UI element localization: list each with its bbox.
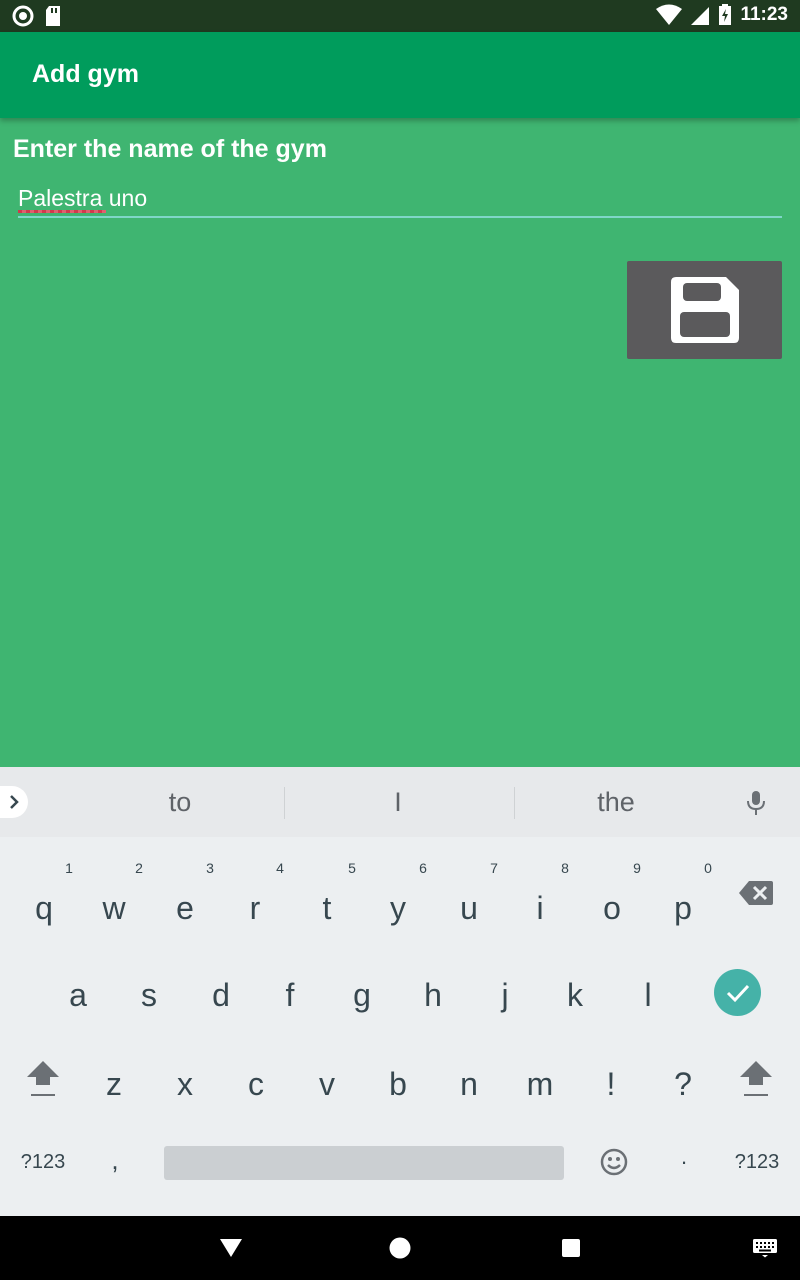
sync-icon	[12, 5, 34, 27]
keyboard-switch-icon	[753, 1239, 777, 1258]
key-h[interactable]: h	[398, 947, 468, 1027]
cell-signal-icon	[691, 7, 710, 25]
spellcheck-underline	[18, 210, 106, 213]
symbols-key-right[interactable]: ?123	[722, 1151, 792, 1174]
key-w[interactable]: 2w	[79, 860, 149, 940]
status-bar: 11:23	[0, 0, 800, 32]
soft-keyboard: to I the 1q 2w 3e 4r 5t 6y 7u 8i 9o 0p a…	[0, 767, 800, 1216]
back-button[interactable]	[219, 1238, 243, 1263]
sd-card-icon	[46, 6, 60, 26]
suggestion-divider	[284, 787, 285, 819]
key-n[interactable]: n	[434, 1036, 504, 1116]
wifi-icon	[656, 4, 683, 25]
expand-suggestions-button[interactable]	[0, 786, 28, 818]
keyboard-switch-button[interactable]	[752, 1238, 778, 1263]
mic-icon	[747, 791, 765, 815]
key-l[interactable]: l	[613, 947, 683, 1027]
recents-icon	[562, 1239, 580, 1257]
shift-icon	[27, 1061, 59, 1096]
symbols-key[interactable]: ?123	[8, 1151, 78, 1174]
suggestion-1[interactable]: to	[120, 787, 240, 818]
key-d[interactable]: d	[186, 947, 256, 1027]
home-button[interactable]	[388, 1236, 412, 1265]
key-u[interactable]: 7u	[434, 860, 504, 940]
suggestion-3[interactable]: the	[556, 787, 676, 818]
back-icon	[220, 1239, 242, 1257]
gym-name-prompt: Enter the name of the gym	[13, 135, 327, 163]
key-t[interactable]: 5t	[292, 860, 362, 940]
key-c[interactable]: c	[221, 1036, 291, 1116]
save-button[interactable]	[627, 261, 782, 359]
key-o[interactable]: 9o	[577, 860, 647, 940]
battery-charging-icon	[719, 4, 732, 25]
key-m[interactable]: m	[505, 1036, 575, 1116]
emoji-icon	[600, 1148, 628, 1176]
backspace-button[interactable]	[736, 880, 776, 910]
gym-name-input-value: Palestra uno	[18, 185, 148, 211]
page-title: Add gym	[32, 60, 139, 88]
add-gym-form: Enter the name of the gym Palestra uno	[0, 118, 800, 768]
key-b[interactable]: b	[363, 1036, 433, 1116]
suggestion-2[interactable]: I	[338, 787, 458, 818]
app-bar: Add gym	[0, 32, 800, 118]
shift-left-button[interactable]	[25, 1059, 61, 1099]
emoji-button[interactable]	[597, 1147, 631, 1181]
key-comma[interactable]: ,	[100, 1145, 130, 1176]
recents-button[interactable]	[561, 1238, 581, 1263]
key-q[interactable]: 1q	[9, 860, 79, 940]
key-i[interactable]: 8i	[505, 860, 575, 940]
gym-name-input[interactable]: Palestra uno	[18, 182, 782, 218]
key-e[interactable]: 3e	[150, 860, 220, 940]
key-exclamation[interactable]: !	[576, 1036, 646, 1116]
floppy-disk-icon	[670, 277, 739, 343]
backspace-icon	[739, 881, 773, 905]
key-y[interactable]: 6y	[363, 860, 433, 940]
key-r[interactable]: 4r	[220, 860, 290, 940]
key-a[interactable]: a	[43, 947, 113, 1027]
key-x[interactable]: x	[150, 1036, 220, 1116]
spacebar[interactable]	[164, 1146, 564, 1180]
key-j[interactable]: j	[470, 947, 540, 1027]
suggestion-divider	[514, 787, 515, 819]
done-button[interactable]	[714, 969, 761, 1016]
checkmark-icon	[726, 984, 749, 1002]
shift-right-button[interactable]	[738, 1059, 774, 1099]
shift-icon	[740, 1061, 772, 1096]
clock: 11:23	[740, 4, 788, 25]
key-p[interactable]: 0p	[648, 860, 718, 940]
key-k[interactable]: k	[540, 947, 610, 1027]
home-icon	[389, 1237, 411, 1259]
key-z[interactable]: z	[79, 1036, 149, 1116]
key-period[interactable]: ·	[670, 1149, 698, 1175]
key-f[interactable]: f	[255, 947, 325, 1027]
key-s[interactable]: s	[114, 947, 184, 1027]
key-g[interactable]: g	[327, 947, 397, 1027]
navigation-bar	[0, 1216, 800, 1280]
voice-input-button[interactable]	[744, 789, 768, 822]
key-v[interactable]: v	[292, 1036, 362, 1116]
chevron-right-icon	[10, 795, 19, 809]
suggestion-strip: to I the	[0, 767, 800, 837]
key-question[interactable]: ?	[648, 1036, 718, 1116]
